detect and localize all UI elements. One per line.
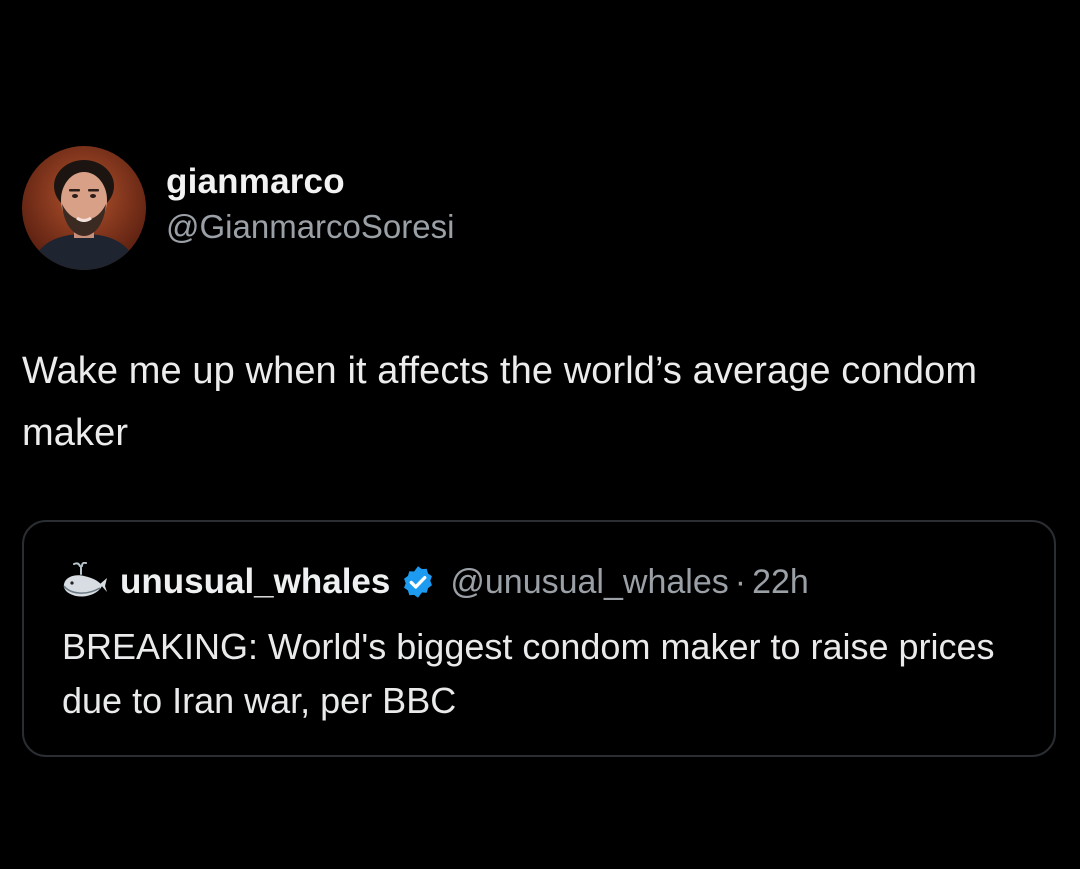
author-text: gianmarco @GianmarcoSoresi bbox=[166, 160, 454, 250]
tweet: gianmarco @GianmarcoSoresi Wake me up wh… bbox=[0, 0, 1080, 869]
quote-header: unusual_whales @unusual_whales · 22h bbox=[60, 561, 809, 602]
tweet-text: Wake me up when it affects the world’s a… bbox=[22, 350, 978, 454]
tweet-author[interactable]: gianmarco @GianmarcoSoresi bbox=[22, 146, 454, 270]
quote-text: BREAKING: World's biggest condom maker t… bbox=[62, 626, 995, 721]
quote-author-name[interactable]: unusual_whales bbox=[120, 562, 390, 602]
verified-badge-icon bbox=[400, 564, 436, 600]
avatar[interactable] bbox=[22, 146, 146, 270]
whale-icon bbox=[60, 561, 108, 602]
quote-author-handle[interactable]: @unusual_whales bbox=[450, 563, 728, 602]
author-handle[interactable]: @GianmarcoSoresi bbox=[166, 204, 454, 250]
quote-tweet-card[interactable]: unusual_whales @unusual_whales · 22h BRE… bbox=[22, 520, 1056, 757]
avatar-photo-icon bbox=[22, 146, 146, 270]
quote-timestamp[interactable]: 22h bbox=[752, 563, 809, 602]
quote-separator: · bbox=[734, 562, 747, 601]
author-display-name[interactable]: gianmarco bbox=[166, 160, 454, 204]
